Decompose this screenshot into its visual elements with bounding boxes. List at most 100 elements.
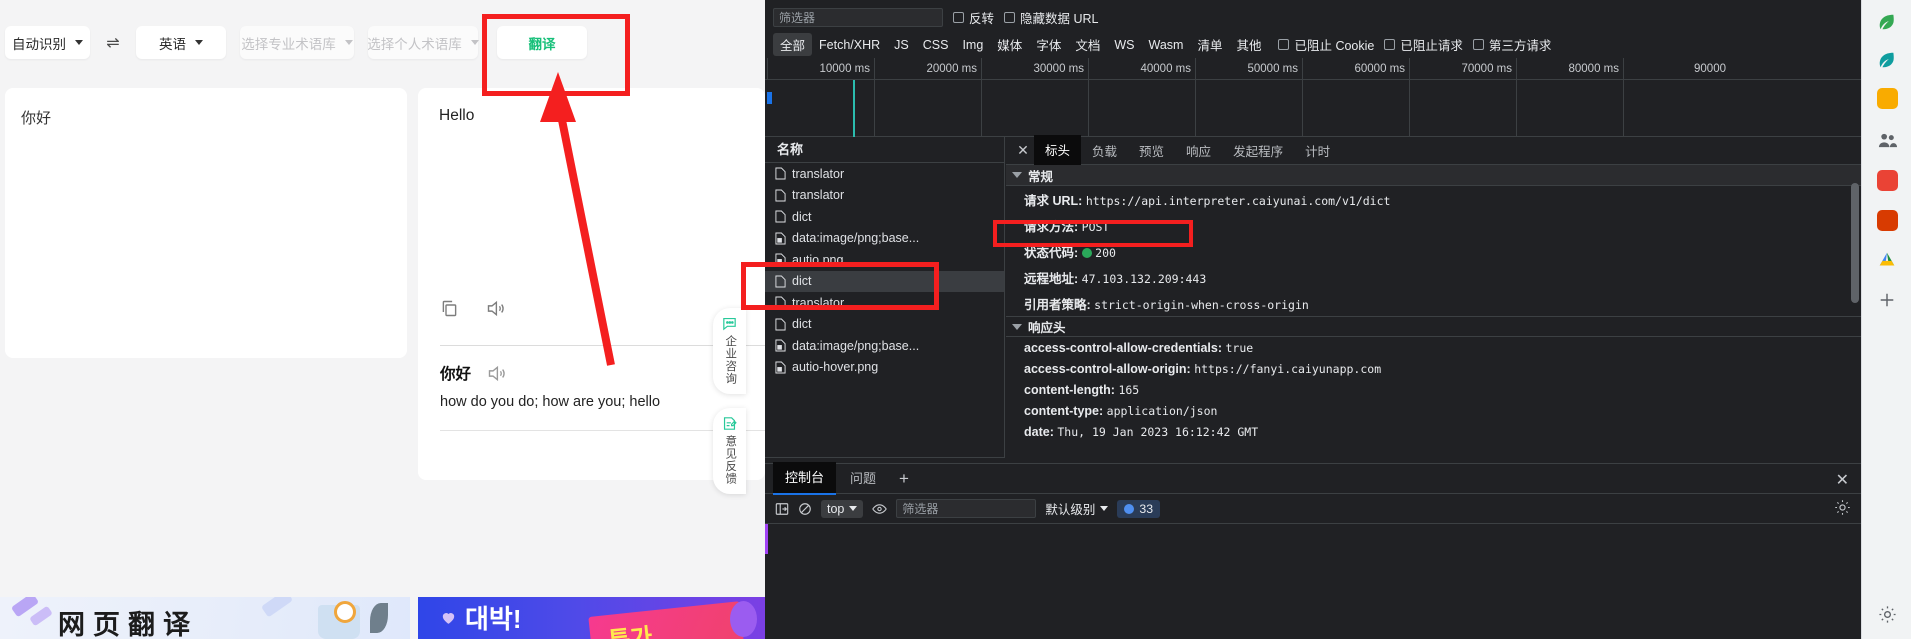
close-icon[interactable]: ✕ — [1836, 470, 1849, 490]
banner-web-translate[interactable]: 网页翻译 — [0, 597, 410, 639]
third-party-requests-checkbox[interactable]: 第三方请求 — [1472, 35, 1551, 54]
banner-promo[interactable]: 대박! 특가 — [418, 597, 765, 639]
hide-data-urls-checkbox[interactable]: 隐藏数据 URL — [1004, 8, 1099, 27]
timeline-tick: 30000 ms — [981, 58, 1088, 80]
tab-payload[interactable]: 负载 — [1081, 136, 1128, 166]
request-name: translator — [792, 188, 845, 203]
execution-context-select[interactable]: top — [821, 499, 864, 518]
speaker-icon[interactable] — [486, 363, 507, 384]
side-tab-enterprise-consulting[interactable]: 企业咨询 — [713, 308, 746, 394]
request-row[interactable]: data:image/png;base... — [765, 335, 1004, 357]
feedback-icon — [723, 417, 737, 430]
sidebar-item-leaf-green[interactable] — [1873, 8, 1901, 36]
side-tab-label: 意见反馈 — [724, 435, 737, 485]
type-filter-other[interactable]: 其他 — [1229, 33, 1268, 56]
info-icon — [1124, 503, 1135, 514]
blocked-requests-checkbox[interactable]: 已阻止请求 — [1384, 35, 1463, 54]
clear-console-icon[interactable] — [798, 502, 812, 516]
invert-checkbox[interactable]: 反转 — [953, 8, 994, 27]
response-headers-section[interactable]: 响应头 — [1006, 316, 1861, 337]
target-language-select[interactable]: 英语 — [136, 26, 226, 59]
annotation-box-request-method — [993, 220, 1193, 247]
source-text-card[interactable]: 你好 — [5, 88, 407, 358]
detail-scrollbar[interactable] — [1851, 169, 1859, 459]
timeline-tick: 50000 ms — [1195, 58, 1302, 80]
gear-icon — [1878, 605, 1896, 623]
add-icon — [1880, 293, 1894, 307]
tab-console[interactable]: 控制台 — [773, 462, 837, 495]
swap-languages-button[interactable]: ⇌ — [100, 32, 126, 54]
type-filter-doc[interactable]: 文档 — [1068, 33, 1107, 56]
gear-icon[interactable] — [1834, 499, 1851, 519]
request-row[interactable]: translator — [765, 185, 1004, 207]
request-row[interactable]: dict — [765, 314, 1004, 336]
header-value: https://api.interpreter.caiyunai.com/v1/… — [1085, 193, 1391, 208]
type-filter-ws[interactable]: WS — [1107, 36, 1141, 54]
type-filter-wasm[interactable]: Wasm — [1141, 36, 1190, 54]
tab-timing[interactable]: 计时 — [1294, 136, 1341, 166]
copy-icon[interactable] — [439, 298, 460, 319]
personal-glossary-select[interactable]: 选择个人术语库 — [367, 26, 479, 59]
timeline-tick: 40000 ms — [1088, 58, 1195, 80]
type-filter-fetch-xhr[interactable]: Fetch/XHR — [812, 36, 887, 54]
tab-issues[interactable]: 问题 — [838, 463, 888, 494]
banner-right-text: 대박! — [465, 604, 522, 634]
timeline-ruler[interactable]: 10000 ms 20000 ms 30000 ms 40000 ms 5000… — [765, 58, 1861, 80]
message-count-badge[interactable]: 33 — [1117, 499, 1161, 518]
type-filter-font[interactable]: 字体 — [1029, 33, 1068, 56]
console-toolbar: top 筛选器 默认级别 33 — [765, 494, 1861, 554]
checkbox-icon — [1384, 39, 1396, 50]
header-key: 状态代码: — [1024, 245, 1079, 260]
grid-red-icon — [1876, 169, 1898, 191]
request-name: data:image/png;base... — [792, 338, 920, 353]
header-key: content-length: — [1024, 382, 1115, 397]
close-icon[interactable]: ✕ — [1012, 142, 1034, 159]
banner-left-text: 网页翻译 — [58, 610, 198, 639]
side-tab-feedback[interactable]: 意见反馈 — [713, 408, 746, 494]
network-filter-input[interactable]: 筛选器 — [773, 7, 943, 27]
tab-initiator[interactable]: 发起程序 — [1222, 136, 1294, 166]
general-section-header[interactable]: 常规 — [1006, 165, 1861, 186]
speaker-icon[interactable] — [485, 298, 506, 319]
chevron-down-icon — [1100, 506, 1109, 511]
sidebar-item-grid-red[interactable] — [1873, 166, 1901, 194]
request-name: autio-hover.png — [792, 360, 879, 375]
side-tab-label: 企业咨询 — [724, 335, 737, 385]
tab-response[interactable]: 响应 — [1175, 136, 1222, 166]
header-row: access-control-allow-origin: https://fan… — [1006, 358, 1861, 379]
decor-shape — [260, 597, 294, 618]
console-filter-input[interactable]: 筛选器 — [896, 499, 1037, 518]
blocked-cookies-checkbox[interactable]: 已阻止 Cookie — [1278, 35, 1374, 54]
sidebar-toggle-icon[interactable] — [775, 502, 789, 516]
log-level-select[interactable]: 默认级别 — [1045, 499, 1109, 518]
sidebar-item-add[interactable] — [1873, 286, 1901, 314]
header-value: https://fanyi.caiyunapp.com — [1194, 361, 1382, 376]
eye-icon[interactable] — [872, 502, 888, 516]
header-row: 引用者策略: strict-origin-when-cross-origin — [1006, 290, 1861, 316]
sidebar-item-leaf-teal[interactable] — [1873, 46, 1901, 74]
type-filter-media[interactable]: 媒体 — [990, 33, 1029, 56]
request-row[interactable]: dict — [765, 206, 1004, 228]
type-filter-all[interactable]: 全部 — [773, 33, 813, 56]
request-row[interactable]: data:image/png;base... — [765, 228, 1004, 250]
sidebar-item-office[interactable] — [1873, 206, 1901, 234]
source-language-select[interactable]: 自动识别 — [5, 26, 90, 59]
type-filter-css[interactable]: CSS — [916, 36, 956, 54]
request-detail-pane: ✕ 标头 负载 预览 响应 发起程序 计时 常规 请求 URL: https:/… — [1006, 134, 1861, 462]
type-filter-js[interactable]: JS — [887, 36, 916, 54]
type-filter-manifest[interactable]: 清单 — [1190, 33, 1229, 56]
professional-glossary-select[interactable]: 选择专业术语库 — [240, 26, 354, 59]
sidebar-settings-button[interactable] — [1873, 600, 1901, 628]
request-row[interactable]: autio-hover.png — [765, 357, 1004, 379]
request-row[interactable]: translator — [765, 163, 1004, 185]
sidebar-item-briefcase[interactable] — [1873, 84, 1901, 112]
sidebar-item-people[interactable] — [1873, 126, 1901, 154]
tab-headers[interactable]: 标头 — [1034, 134, 1082, 167]
source-text: 你好 — [21, 110, 52, 127]
type-filter-img[interactable]: Img — [955, 36, 990, 54]
add-tab-icon[interactable]: + — [890, 469, 918, 489]
tab-preview[interactable]: 预览 — [1128, 136, 1175, 166]
network-overview[interactable] — [765, 80, 1861, 137]
browser-sidebar — [1861, 0, 1911, 639]
sidebar-item-drive[interactable] — [1873, 246, 1901, 274]
